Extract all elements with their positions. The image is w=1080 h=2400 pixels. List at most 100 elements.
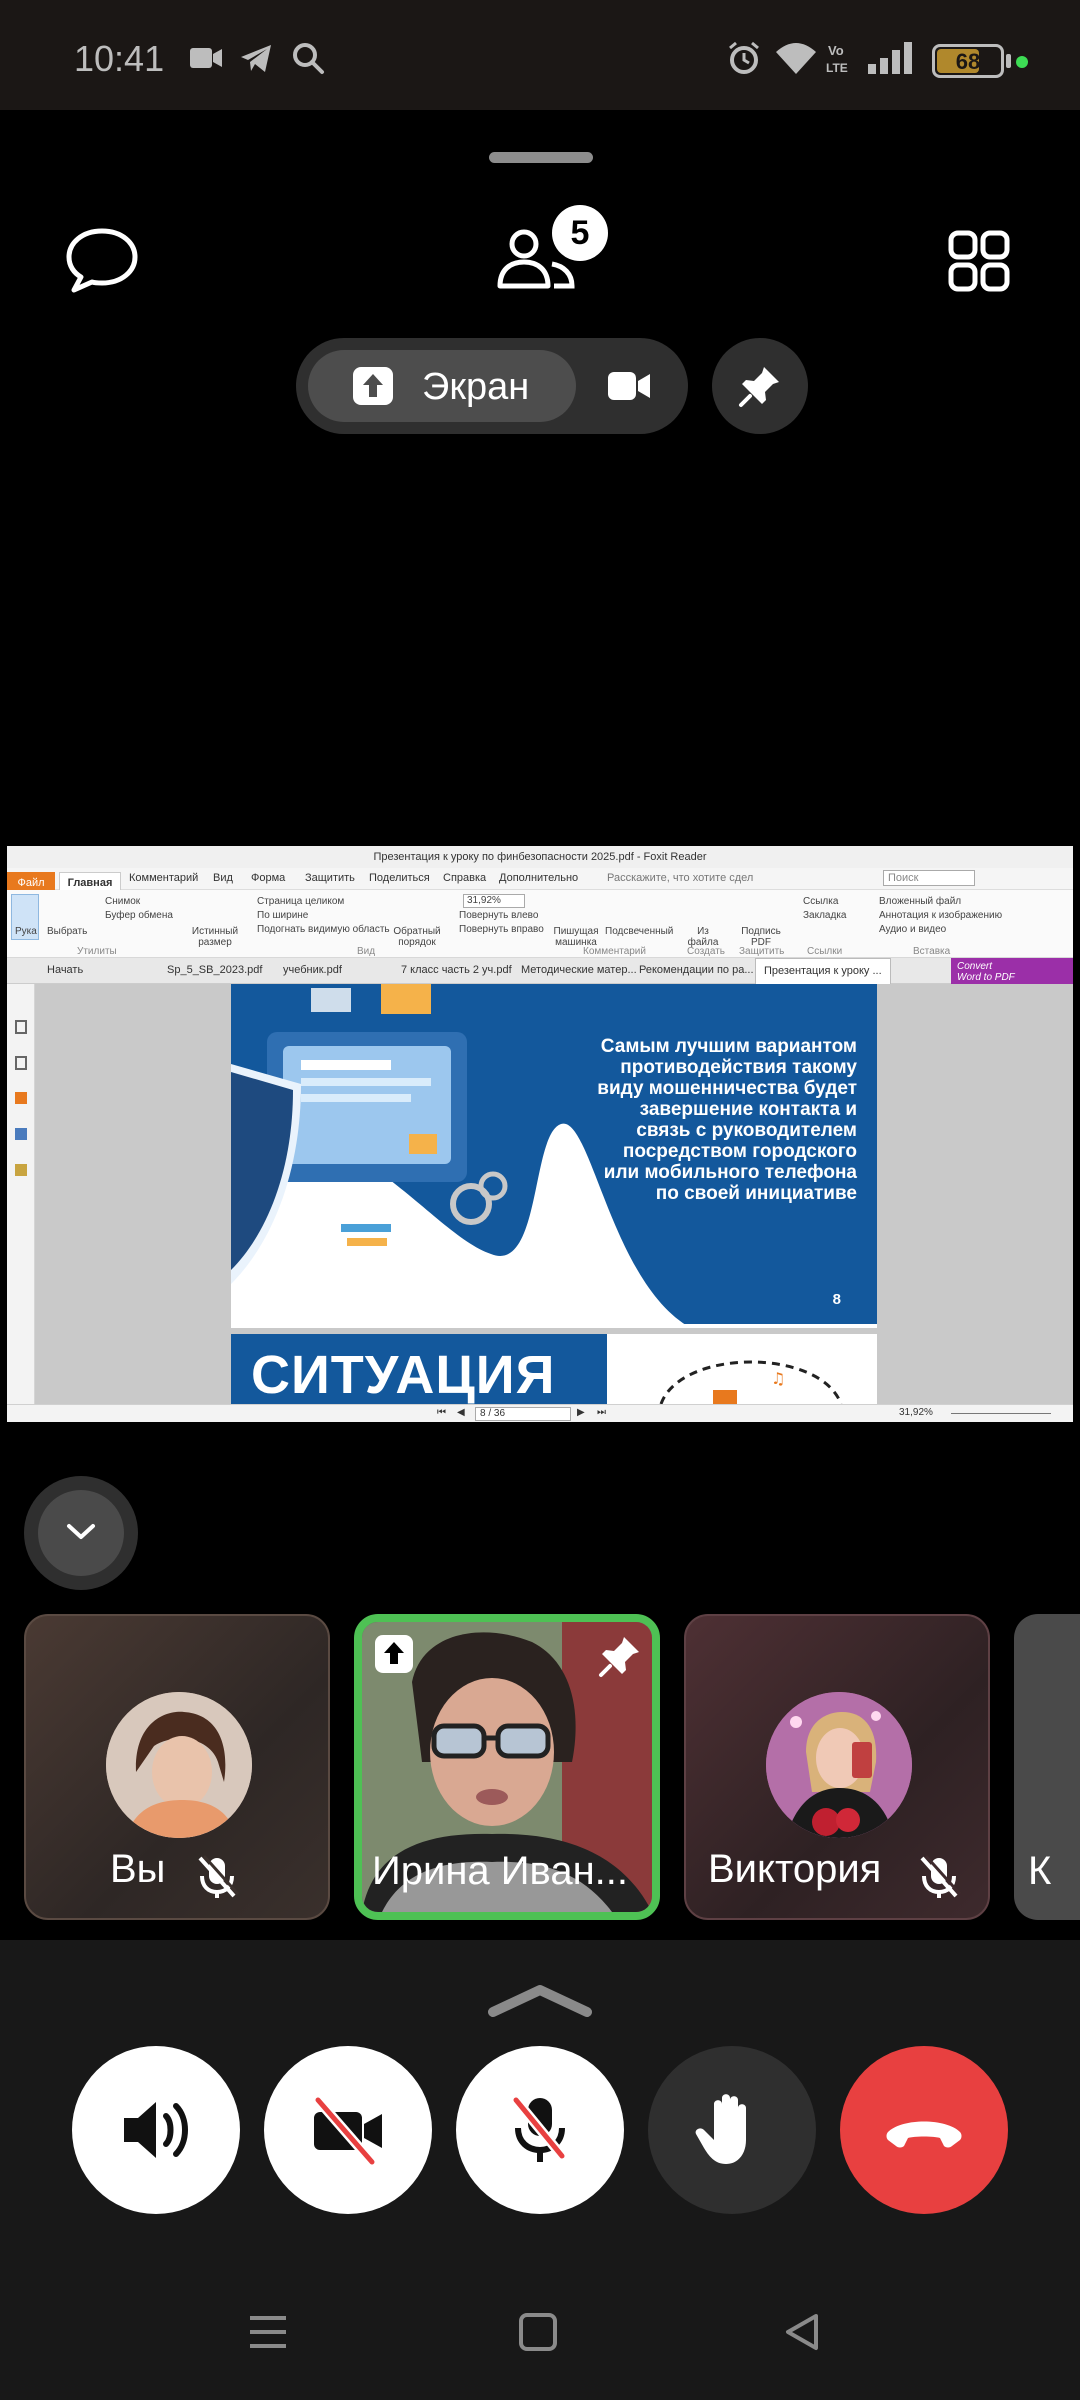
actual-size-tool[interactable]: Истинный размер xyxy=(191,926,239,948)
grid-layout-icon[interactable] xyxy=(948,230,1010,292)
menu-protect[interactable]: Защитить xyxy=(305,872,355,884)
screen-share-label: Экран xyxy=(422,366,530,408)
sheet-handle[interactable] xyxy=(489,152,593,163)
svg-text:♫: ♫ xyxy=(771,1369,785,1388)
menu-more[interactable]: Дополнительно xyxy=(499,872,578,884)
speaker-icon xyxy=(124,2102,188,2158)
page-number-input[interactable]: 8 / 36 xyxy=(475,1407,571,1421)
fit-width-tool[interactable]: По ширине xyxy=(257,910,308,921)
snapshot-tool[interactable]: Снимок xyxy=(105,896,140,907)
menu-icon[interactable] xyxy=(248,2312,288,2352)
next-slide-title: СИТУАЦИЯ xyxy=(251,1345,556,1404)
rotate-right-tool[interactable]: Повернуть вправо xyxy=(459,924,544,935)
first-page-button[interactable]: ⏮ xyxy=(437,1407,446,1418)
next-page-button[interactable]: ▶ xyxy=(577,1407,585,1418)
from-file-tool[interactable]: Из файла xyxy=(683,926,723,948)
menu-help[interactable]: Справка xyxy=(443,872,486,884)
menu-form[interactable]: Форма xyxy=(251,872,285,884)
fit-visible-tool[interactable]: Подогнать видимую область xyxy=(257,924,390,935)
menu-bar: Файл Главная Комментарий Вид Форма Защит… xyxy=(7,868,1073,894)
bookmark-tool[interactable]: Закладка xyxy=(803,910,846,921)
attachment-panel-icon[interactable] xyxy=(15,1128,27,1140)
privacy-indicator xyxy=(1016,56,1028,68)
speaker-button[interactable] xyxy=(72,2046,240,2214)
pinned-icon[interactable] xyxy=(598,1634,642,1678)
group-create: Создать xyxy=(687,946,726,957)
hand-tool[interactable]: Рука xyxy=(15,926,37,937)
image-annotation-tool[interactable]: Аннотация к изображению xyxy=(879,910,1002,921)
tab-doc-2[interactable]: учебник.pdf xyxy=(283,964,342,976)
collapse-button[interactable] xyxy=(24,1476,138,1590)
select-tool[interactable]: Выбрать xyxy=(47,926,87,937)
sign-pdf-tool[interactable]: Подпись PDF xyxy=(739,926,783,948)
status-bar-reader: ⏮ ◀ 8 / 36 ▶ ⏭ 31,92% xyxy=(7,1404,1073,1422)
participant-name: Ирина Иван... xyxy=(372,1849,629,1893)
participant-tile-you[interactable]: Вы xyxy=(24,1614,330,1920)
pin-button[interactable] xyxy=(712,338,808,434)
participant-tile-viktoria[interactable]: Виктория xyxy=(684,1614,990,1920)
video-icon xyxy=(190,48,222,68)
svg-text:Vo: Vo xyxy=(828,43,844,58)
raise-hand-icon xyxy=(695,2094,746,2164)
share-upload-icon xyxy=(353,367,393,405)
convert-title: Convert xyxy=(957,961,993,972)
highlight-tool[interactable]: Подсвеченный xyxy=(605,926,673,937)
telegram-icon xyxy=(241,45,271,72)
camera-off-button[interactable] xyxy=(264,2046,432,2214)
group-insert: Вставка xyxy=(913,946,951,957)
security-panel-icon[interactable] xyxy=(15,1164,27,1176)
comment-panel-icon[interactable] xyxy=(15,1092,27,1104)
attached-file-tool[interactable]: Вложенный файл xyxy=(879,896,961,907)
rotate-left-tool[interactable]: Повернуть влево xyxy=(459,910,538,921)
group-protect: Защитить xyxy=(739,946,785,957)
camera-source-icon[interactable] xyxy=(606,368,652,404)
prev-page-button[interactable]: ◀ xyxy=(457,1407,465,1418)
participants-count-badge: 5 xyxy=(552,205,608,261)
avatar xyxy=(766,1692,912,1838)
link-tool[interactable]: Ссылка xyxy=(803,896,838,907)
search-input[interactable]: Поиск xyxy=(883,870,975,886)
slide-body-text: Самым лучшим вариантом противодействия т… xyxy=(597,1036,857,1204)
back-icon[interactable] xyxy=(782,2312,822,2352)
mic-off-button[interactable] xyxy=(456,2046,624,2214)
svg-text:LTE: LTE xyxy=(826,61,848,75)
menu-view[interactable]: Вид xyxy=(213,872,233,884)
page-thumbnail-icon[interactable] xyxy=(15,1020,27,1034)
typewriter-tool[interactable]: Пишущая машинка xyxy=(551,926,601,948)
end-call-button[interactable] xyxy=(840,2046,1008,2214)
tab-start[interactable]: Начать xyxy=(47,964,83,976)
fit-page-tool[interactable]: Страница целиком xyxy=(257,896,344,907)
end-call-icon xyxy=(886,2121,962,2148)
shared-screen[interactable]: Презентация к уроку по финбезопасности 2… xyxy=(7,846,1073,1422)
home-icon[interactable] xyxy=(518,2312,558,2352)
menu-share[interactable]: Поделиться xyxy=(369,872,430,884)
status-time: 10:41 xyxy=(74,38,165,79)
last-page-button[interactable]: ⏭ xyxy=(597,1407,606,1418)
mic-muted-icon xyxy=(198,1854,240,1898)
audio-video-tool[interactable]: Аудио и видео xyxy=(879,924,946,935)
participant-name: К xyxy=(1028,1849,1052,1893)
convert-banner[interactable]: Convert Word to PDF xyxy=(951,958,1073,984)
tab-doc-5[interactable]: Рекомендации по ра... xyxy=(639,964,754,976)
bookmark-panel-icon[interactable] xyxy=(15,1056,27,1070)
screen-share-button[interactable]: Экран xyxy=(308,350,576,422)
tab-doc-1[interactable]: Sp_5_SB_2023.pdf xyxy=(167,964,262,976)
battery-tip xyxy=(1006,54,1011,68)
chevron-up-icon[interactable] xyxy=(487,1980,593,2020)
collapse-button-inner xyxy=(38,1490,124,1576)
tab-presentation-active[interactable]: Презентация к уроку ... xyxy=(755,958,891,984)
chat-icon[interactable] xyxy=(64,226,140,296)
participant-tile-irina[interactable]: Ирина Иван... xyxy=(354,1614,660,1920)
window-title: Презентация к уроку по финбезопасности 2… xyxy=(7,846,1073,868)
participant-tile-partial[interactable]: К xyxy=(1014,1614,1080,1920)
zoom-select[interactable]: 31,92% xyxy=(463,894,525,908)
clipboard-tool[interactable]: Буфер обмена xyxy=(105,910,173,921)
reflow-tool[interactable]: Обратный порядок xyxy=(391,926,443,948)
tab-doc-4[interactable]: Методические матер... xyxy=(521,964,637,976)
mic-muted-icon xyxy=(920,1854,962,1898)
tell-me-box[interactable]: Расскажите, что хотите сдел xyxy=(607,872,753,884)
zoom-slider[interactable] xyxy=(951,1413,1051,1414)
tab-doc-3[interactable]: 7 класс часть 2 уч.pdf xyxy=(401,964,512,976)
menu-comment[interactable]: Комментарий xyxy=(129,872,198,884)
raise-hand-button[interactable] xyxy=(648,2046,816,2214)
